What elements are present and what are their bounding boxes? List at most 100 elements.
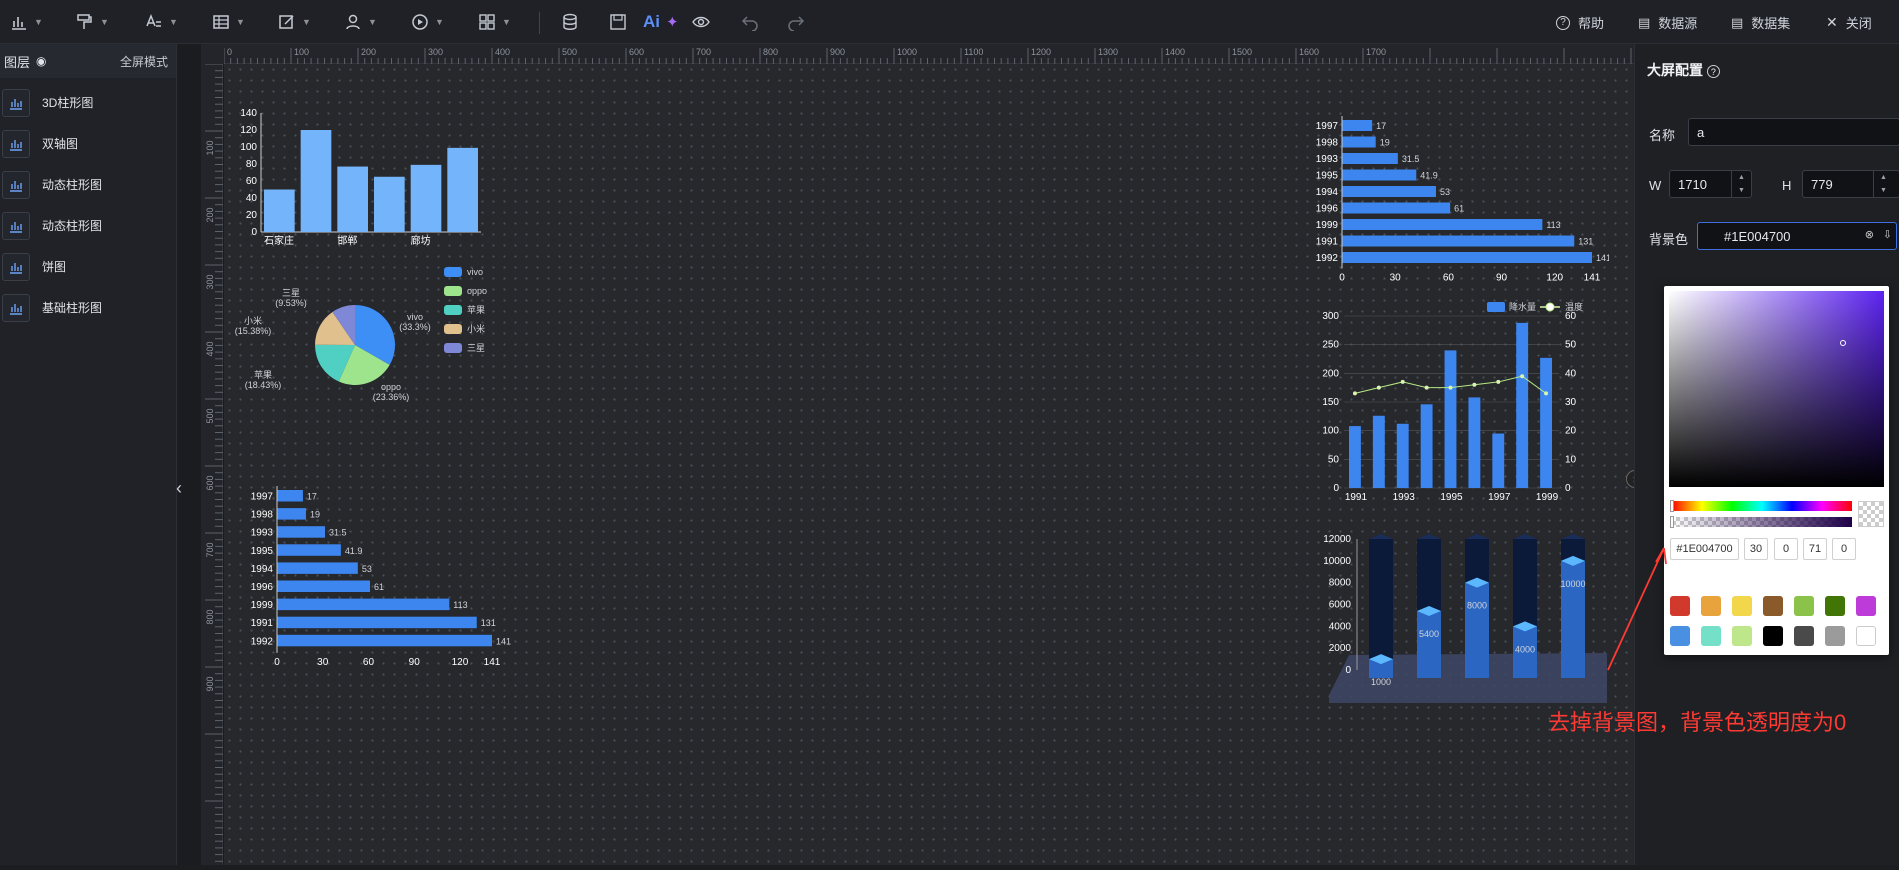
y-tick-label: 20 — [246, 210, 258, 221]
basic-bar-chart-widget[interactable]: 0 20 40 60 80 100 120 140 石家庄 邯郸 廊坊 — [229, 102, 485, 252]
color-swatch[interactable] — [1856, 596, 1876, 616]
color-swatch[interactable] — [1763, 596, 1783, 616]
x-tick-label: 141 — [484, 657, 501, 668]
preview-button[interactable] — [692, 9, 710, 35]
hue-slider[interactable] — [1670, 500, 1852, 512]
height-input[interactable]: 779 ▲ ▼ — [1802, 170, 1899, 198]
color-picker-icon[interactable]: ⇩ — [1883, 228, 1892, 241]
save-button[interactable] — [609, 9, 627, 35]
chevron-up-icon[interactable]: ▲ — [1880, 174, 1887, 181]
category-label: 1998 — [251, 510, 274, 521]
bar-background-top — [1513, 534, 1537, 539]
name-input[interactable]: a — [1688, 118, 1899, 146]
y-tick-label: 100 — [240, 142, 257, 153]
x-tick-label: 30 — [1390, 273, 1402, 284]
edit-menu-button[interactable]: ▼ — [278, 9, 311, 35]
color-swatch[interactable] — [1825, 626, 1845, 646]
x-tick-label: 1995 — [1440, 492, 1463, 503]
legend-swatch — [1487, 302, 1505, 312]
hue-handle[interactable] — [1670, 500, 1674, 512]
chevron-up-icon[interactable]: ▲ — [1738, 174, 1745, 181]
layer-item[interactable]: 双轴图 — [0, 123, 176, 164]
layer-item[interactable]: 3D柱形图 — [0, 82, 176, 123]
database-button[interactable] — [561, 9, 579, 35]
y-left-tick-label: 150 — [1322, 397, 1339, 408]
saturation-area[interactable] — [1669, 291, 1884, 487]
ruler-label: 0 — [227, 47, 232, 57]
data-label: 5400 — [1419, 629, 1439, 639]
play-icon — [412, 14, 428, 30]
pie-chart-widget[interactable]: vivo(33.3%)oppo(23.36%)苹果(18.43%)小米(15.3… — [229, 260, 509, 425]
collapse-left-panel-icon[interactable]: ‹ — [176, 478, 182, 499]
component-menu-button[interactable]: ▼ — [478, 9, 511, 35]
ruler-label: 1600 — [1299, 47, 1319, 57]
color-swatch[interactable] — [1856, 626, 1876, 646]
height-stepper[interactable]: ▲ ▼ — [1873, 171, 1893, 197]
color-swatch[interactable] — [1794, 626, 1814, 646]
chevron-down-icon[interactable]: ▼ — [1880, 187, 1887, 194]
help-icon: ? — [1556, 15, 1570, 30]
color-swatch[interactable] — [1701, 596, 1721, 616]
green-input[interactable]: 0 — [1774, 538, 1798, 560]
saturation-handle[interactable] — [1840, 340, 1846, 346]
data-label: 19 — [1380, 138, 1390, 148]
bar — [1420, 404, 1433, 488]
line-point — [1448, 385, 1453, 390]
color-swatch[interactable] — [1732, 626, 1752, 646]
undo-button[interactable] — [741, 9, 759, 35]
width-input[interactable]: 1710 ▲ ▼ — [1669, 170, 1752, 198]
help-button[interactable]: ? 帮助 — [1556, 13, 1604, 32]
hex-input[interactable]: #1E004700 — [1670, 538, 1739, 560]
data-label: 141 — [1596, 253, 1609, 263]
text-menu-button[interactable]: ▼ — [145, 9, 178, 35]
layer-item[interactable]: 动态柱形图 — [0, 164, 176, 205]
alpha-input[interactable]: 0 — [1832, 538, 1856, 560]
close-button[interactable]: ✕ 关闭 — [1826, 13, 1872, 32]
bar — [277, 616, 477, 629]
user-menu-button[interactable]: ▼ — [344, 9, 377, 35]
legend-swatch — [444, 267, 462, 277]
color-swatch[interactable] — [1825, 596, 1845, 616]
layer-item[interactable]: 动态柱形图 — [0, 205, 176, 246]
pie-label: 小米 — [244, 315, 262, 326]
dataset-button[interactable]: ▤ 数据集 — [1731, 13, 1790, 32]
bar-chart-icon — [2, 211, 30, 240]
eye-icon[interactable]: ◉ — [36, 54, 46, 68]
help-icon[interactable]: ? — [1706, 65, 1720, 78]
alpha-slider[interactable] — [1670, 516, 1852, 528]
category-label: 1999 — [251, 600, 274, 611]
bar — [1417, 611, 1441, 678]
color-swatch[interactable] — [1763, 626, 1783, 646]
clear-icon[interactable]: ⊗ — [1865, 228, 1874, 241]
chart-menu-button[interactable]: ▼ — [10, 9, 43, 35]
media-menu-button[interactable]: ▼ — [411, 9, 444, 35]
pie-value-label: (23.36%) — [373, 392, 410, 402]
bar — [1516, 322, 1529, 488]
layer-item[interactable]: 饼图 — [0, 246, 176, 287]
bg-color-input[interactable]: #1E004700 ⊗ ⇩ — [1697, 222, 1897, 250]
table-menu-button[interactable]: ▼ — [212, 9, 245, 35]
datasource-button[interactable]: ▤ 数据源 — [1638, 13, 1697, 32]
redo-button[interactable] — [787, 9, 805, 35]
ai-button[interactable]: Ai ✦ — [643, 9, 679, 35]
dynamic-bar-chart-widget-2[interactable]: 1997 17 1998 19 1993 31.5 1995 41.9 1994 53 1996 61… — [1309, 110, 1609, 285]
layer-item[interactable]: 基础柱形图 — [0, 287, 176, 328]
red-input[interactable]: 30 — [1744, 538, 1768, 560]
width-stepper[interactable]: ▲ ▼ — [1731, 171, 1751, 197]
dual-axis-chart-widget[interactable]: 降水量 温度05010015020025030001020304050601991… — [1309, 298, 1599, 513]
ruler-label: 700 — [205, 542, 215, 557]
dynamic-bar-chart-widget-1[interactable]: 1997 17 1998 19 1993 31.5 1995 41.9 1994 53 1996 61… — [229, 480, 519, 670]
style-menu-button[interactable]: ▼ — [76, 9, 109, 35]
blue-input[interactable]: 71 — [1803, 538, 1827, 560]
ruler-label: 1100 — [964, 47, 983, 57]
y-tick-label: 140 — [240, 108, 257, 119]
color-swatch[interactable] — [1732, 596, 1752, 616]
alpha-handle[interactable] — [1670, 516, 1674, 528]
fullscreen-mode-button[interactable]: 全屏模式 — [120, 53, 168, 70]
pie-value-label: (9.53%) — [275, 298, 307, 308]
legend-swatch — [444, 305, 462, 315]
chevron-down-icon[interactable]: ▼ — [1738, 187, 1745, 194]
color-swatch[interactable] — [1701, 626, 1721, 646]
3d-bar-chart-widget[interactable]: 0 2000 4000 6000 8000 10000 12000 1000 5400 8000 4… — [1309, 525, 1614, 710]
color-swatch[interactable] — [1794, 596, 1814, 616]
